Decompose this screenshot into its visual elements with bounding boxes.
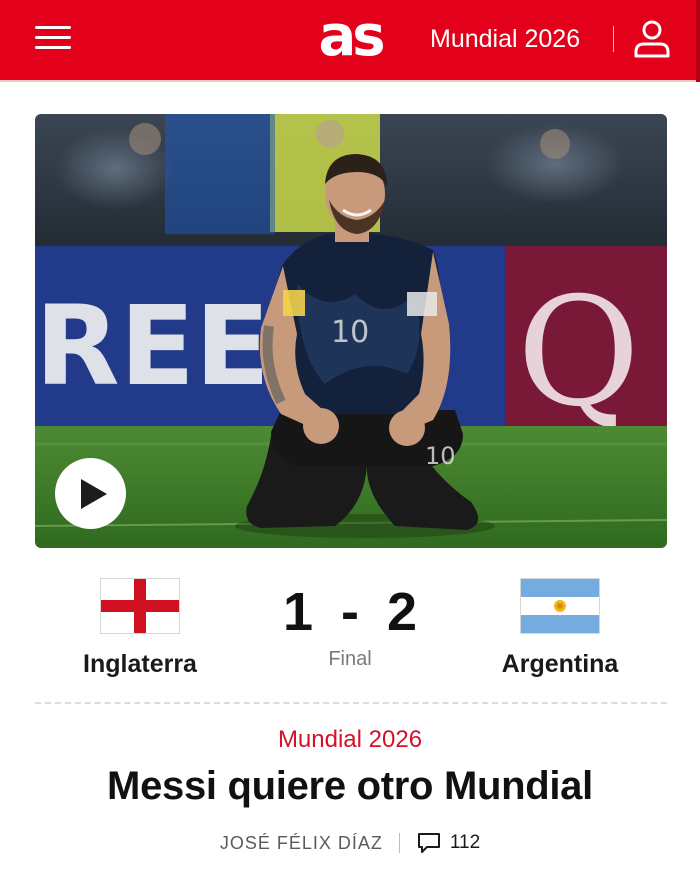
match-status: Final — [328, 648, 372, 670]
author-name[interactable]: JOSÉ FÉLIX DÍAZ — [220, 833, 383, 854]
comments-link[interactable]: 112 — [416, 831, 480, 855]
article-kicker[interactable]: Mundial 2026 — [0, 726, 700, 754]
england-flag-icon — [100, 578, 180, 634]
as-logo[interactable]: as — [303, 2, 397, 72]
svg-text:Q: Q — [517, 266, 640, 440]
home-team[interactable]: Inglaterra — [50, 578, 230, 679]
home-score: 1 — [282, 582, 313, 642]
byline: JOSÉ FÉLIX DÍAZ 112 — [0, 828, 700, 858]
play-icon — [81, 479, 107, 509]
hamburger-menu-icon[interactable] — [35, 24, 71, 52]
comment-icon — [417, 833, 440, 853]
video-play-button[interactable] — [55, 458, 126, 529]
header-divider — [613, 26, 614, 52]
byline-divider — [398, 833, 400, 853]
argentina-flag-icon — [520, 578, 600, 634]
comments-count: 112 — [449, 832, 481, 853]
section-divider — [35, 702, 667, 704]
article-headline[interactable]: Messi quiere otro Mundial — [0, 764, 700, 809]
home-team-name: Inglaterra — [83, 650, 197, 678]
svg-text:10: 10 — [331, 315, 369, 350]
hero-photo-illustration: REET Q 10 10 — [35, 114, 667, 548]
score-separator: - — [341, 582, 359, 642]
scoreline: 1-2 — [250, 582, 450, 642]
section-link-mundial-2026[interactable]: Mundial 2026 — [430, 22, 580, 56]
away-team[interactable]: Argentina — [470, 578, 650, 679]
away-score: 2 — [386, 582, 418, 642]
hero-photo[interactable]: REET Q 10 10 — [35, 114, 667, 548]
top-header: as Mundial 2026 — [0, 0, 700, 82]
header-edge — [696, 0, 700, 82]
svg-text:10: 10 — [425, 442, 456, 470]
away-team-name: Argentina — [501, 650, 619, 678]
user-profile-icon[interactable] — [632, 18, 672, 60]
